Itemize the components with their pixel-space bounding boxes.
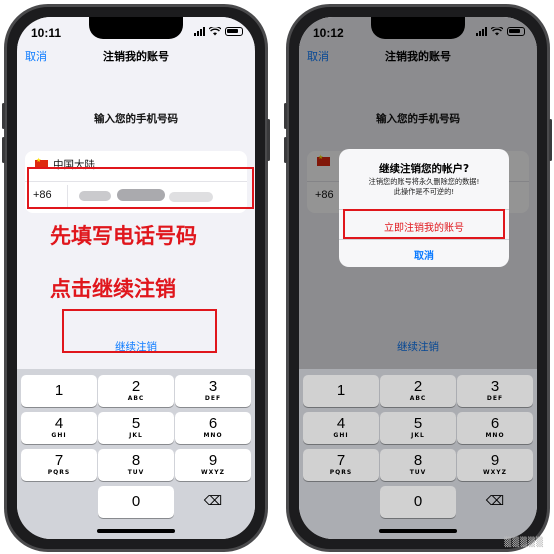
annotation-highlight-continue	[62, 309, 217, 353]
watermark: ▒▒▒▒▒	[504, 538, 544, 548]
status-bar: 10:11	[17, 17, 255, 47]
key-0[interactable]: 0	[98, 486, 174, 518]
backspace-icon[interactable]: ⌫	[175, 486, 251, 518]
key-3[interactable]: 3 DEF	[175, 375, 251, 407]
phone-prompt: 输入您的手机号码	[94, 113, 178, 125]
status-time: 10:11	[31, 26, 62, 40]
key-9[interactable]: 9 WXYZ	[175, 449, 251, 481]
confirm-alert: 继续注销您的帐户? 注销您的账号将永久删除您的数据! 此操作是不可逆的! 立即注…	[339, 149, 509, 267]
divider	[339, 239, 509, 240]
annotation-highlight-confirm	[343, 209, 505, 239]
right-screen: 10:12 取消 注销我的账号 输入您的手机号码 +86 继续注销	[299, 17, 537, 539]
notch	[89, 17, 183, 39]
right-phone: 10:12 取消 注销我的账号 输入您的手机号码 +86 继续注销	[284, 4, 552, 552]
key-6[interactable]: 6 MNO	[175, 412, 251, 444]
home-indicator	[97, 529, 175, 533]
wifi-icon	[209, 27, 221, 36]
volume-up-button	[2, 103, 5, 129]
annotation-step2: 点击继续注销	[50, 277, 176, 301]
cellular-signal-icon	[194, 27, 205, 36]
battery-icon	[225, 27, 243, 36]
annotation-step1: 先填写电话号码	[50, 224, 197, 248]
alert-message: 注销您的账号将永久删除您的数据! 此操作是不可逆的!	[345, 177, 503, 197]
volume-down-button	[2, 137, 5, 163]
key-7[interactable]: 7 PQRS	[21, 449, 97, 481]
key-8[interactable]: 8 TUV	[98, 449, 174, 481]
numeric-keypad: 1 2 ABC 3 DEF 4 GHI 5 JKL 6 MNO 7 PQRS 8 TUV 9W…	[17, 369, 255, 539]
key-2[interactable]: 2 ABC	[98, 375, 174, 407]
key-1[interactable]: 1	[21, 375, 97, 407]
volume-up-button	[284, 103, 287, 129]
key-5[interactable]: 5 JKL	[98, 412, 174, 444]
keyboard-dim	[299, 369, 537, 539]
power-button	[267, 119, 270, 161]
stage: 10:11 取消 注销我的账号 输入您的手机号码 中国大陆 +86	[0, 0, 554, 554]
alert-message-line: 此操作是不可逆的!	[393, 187, 455, 196]
alert-title: 继续注销您的帐户?	[378, 163, 470, 175]
alert-cancel-button[interactable]: 取消	[339, 247, 509, 262]
alert-message-line: 注销您的账号将永久删除您的数据!	[368, 177, 480, 186]
home-indicator	[379, 529, 457, 533]
power-button	[549, 119, 552, 161]
page-title: 注销我的账号	[103, 50, 169, 63]
volume-down-button	[284, 137, 287, 163]
annotation-highlight-phone-field	[27, 167, 254, 209]
key-4[interactable]: 4 GHI	[21, 412, 97, 444]
